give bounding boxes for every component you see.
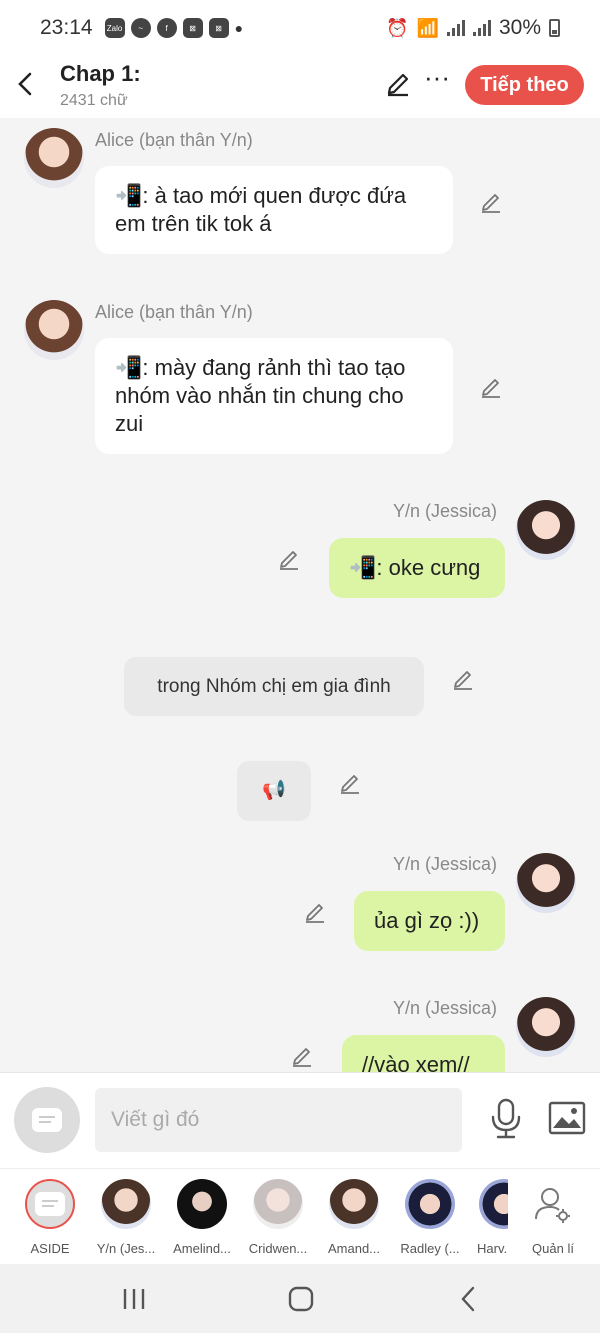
character-label: Quản lí [532, 1241, 574, 1256]
speaker-name: Y/n (Jessica) [393, 501, 498, 521]
speaker-name: Alice (bạn thân Y/n) [95, 302, 253, 322]
next-chapter-button[interactable]: Tiếp theo [465, 65, 584, 105]
back-icon [461, 1286, 475, 1312]
edit-message-button[interactable] [277, 548, 301, 572]
status-bar: 23:14 Zalo ~ f ⊠ ⊠ ● ⏰ 📶 30% [0, 0, 600, 56]
avatar-alice[interactable] [24, 300, 84, 360]
signal-icon [472, 20, 491, 36]
more-icon: ··· [424, 62, 450, 92]
chapter-title: Chap 1: [60, 61, 141, 86]
more-notifications-dot: ● [234, 20, 244, 36]
message-input[interactable] [95, 1088, 462, 1152]
system-navigation-bar [0, 1264, 600, 1333]
user-settings-icon [528, 1179, 578, 1229]
pencil-icon [280, 551, 298, 570]
avatar-yn[interactable] [516, 500, 576, 560]
message-composer [0, 1072, 600, 1168]
message-icon [35, 1192, 65, 1216]
character-avatar [253, 1179, 303, 1229]
edit-message-button[interactable] [479, 376, 503, 400]
aside-avatar [25, 1179, 75, 1229]
edit-message-button[interactable] [338, 772, 362, 796]
message-bubble[interactable]: 📲: mày đang rảnh thì tao tạo nhóm vào nh… [95, 338, 453, 454]
recent-apps-button[interactable] [114, 1284, 154, 1314]
word-count: 2431 chữ [60, 92, 128, 109]
facebook-icon: f [156, 18, 177, 38]
message-bubble[interactable]: ủa gì zọ :)) [354, 891, 505, 951]
back-button[interactable] [10, 66, 40, 102]
pencil-icon [454, 671, 472, 690]
narration-bubble[interactable]: 📢 [237, 761, 311, 821]
messenger-icon: ~ [130, 18, 151, 38]
clock: 23:14 [40, 16, 93, 39]
pencil-icon [293, 1048, 311, 1067]
pencil-icon [306, 904, 324, 923]
chapter-header: Chap 1: 2431 chữ ··· Tiếp theo [0, 56, 600, 118]
character-avatar [177, 1179, 227, 1229]
character-label: Harv... [477, 1241, 509, 1256]
zalo-icon: Zalo [104, 18, 125, 38]
edit-chapter-button[interactable] [384, 70, 412, 98]
speaker-name: Y/n (Jessica) [393, 998, 498, 1018]
character-avatar [405, 1179, 455, 1229]
speaker-name: Alice (bạn thân Y/n) [95, 130, 253, 150]
character-avatar [479, 1179, 509, 1229]
avatar-alice[interactable] [24, 128, 84, 188]
narration-bubble[interactable]: trong Nhóm chị em gia đình [124, 657, 424, 716]
microphone-button[interactable] [486, 1097, 526, 1141]
speaker-name: Y/n (Jessica) [393, 854, 498, 874]
aside-toggle-button[interactable] [14, 1087, 80, 1153]
capcut-icon: ⊠ [182, 18, 203, 38]
character-harvey[interactable]: Harv... [461, 1177, 509, 1256]
more-options-button[interactable]: ··· [422, 64, 452, 96]
pencil-icon [341, 775, 359, 794]
system-back-button[interactable] [449, 1284, 489, 1314]
message-bubble[interactable]: 📲: oke cưng [329, 538, 505, 598]
character-selector: ASIDE Y/n (Jes... Amelind... Cridwen... … [0, 1168, 600, 1264]
character-avatar [101, 1179, 151, 1229]
battery-icon [549, 19, 560, 37]
manage-characters-button[interactable]: Quản lí [508, 1177, 598, 1256]
signal-icon [446, 20, 465, 36]
avatar-yn[interactable] [516, 997, 576, 1057]
message-icon [32, 1108, 62, 1132]
image-icon [548, 1101, 586, 1135]
image-button[interactable] [548, 1101, 586, 1135]
pencil-icon [482, 379, 500, 398]
alarm-icon: ⏰ [386, 17, 409, 38]
message-bubble[interactable]: 📲: à tao mới quen được đứa em trên tik t… [95, 166, 453, 254]
microphone-icon [491, 1098, 521, 1139]
pencil-icon [387, 73, 409, 97]
wifi-icon: 📶 [416, 17, 439, 38]
message-bubble[interactable]: //vào xem// [342, 1035, 505, 1072]
recent-apps-icon [123, 1289, 145, 1309]
battery-level: 30% [498, 16, 541, 39]
home-button[interactable] [281, 1284, 321, 1314]
chevron-left-icon [18, 72, 32, 96]
pencil-icon [482, 194, 500, 213]
avatar-yn[interactable] [516, 853, 576, 913]
home-icon [288, 1286, 314, 1312]
capcut-icon: ⊠ [208, 18, 229, 38]
edit-message-button[interactable] [290, 1045, 314, 1069]
story-chat[interactable]: Alice (bạn thân Y/n) 📲: à tao mới quen đ… [0, 118, 600, 1072]
notification-icons: Zalo ~ f ⊠ ⊠ ● [104, 18, 244, 38]
edit-message-button[interactable] [451, 668, 475, 692]
edit-message-button[interactable] [479, 191, 503, 215]
edit-message-button[interactable] [303, 901, 327, 925]
character-avatar [329, 1179, 379, 1229]
